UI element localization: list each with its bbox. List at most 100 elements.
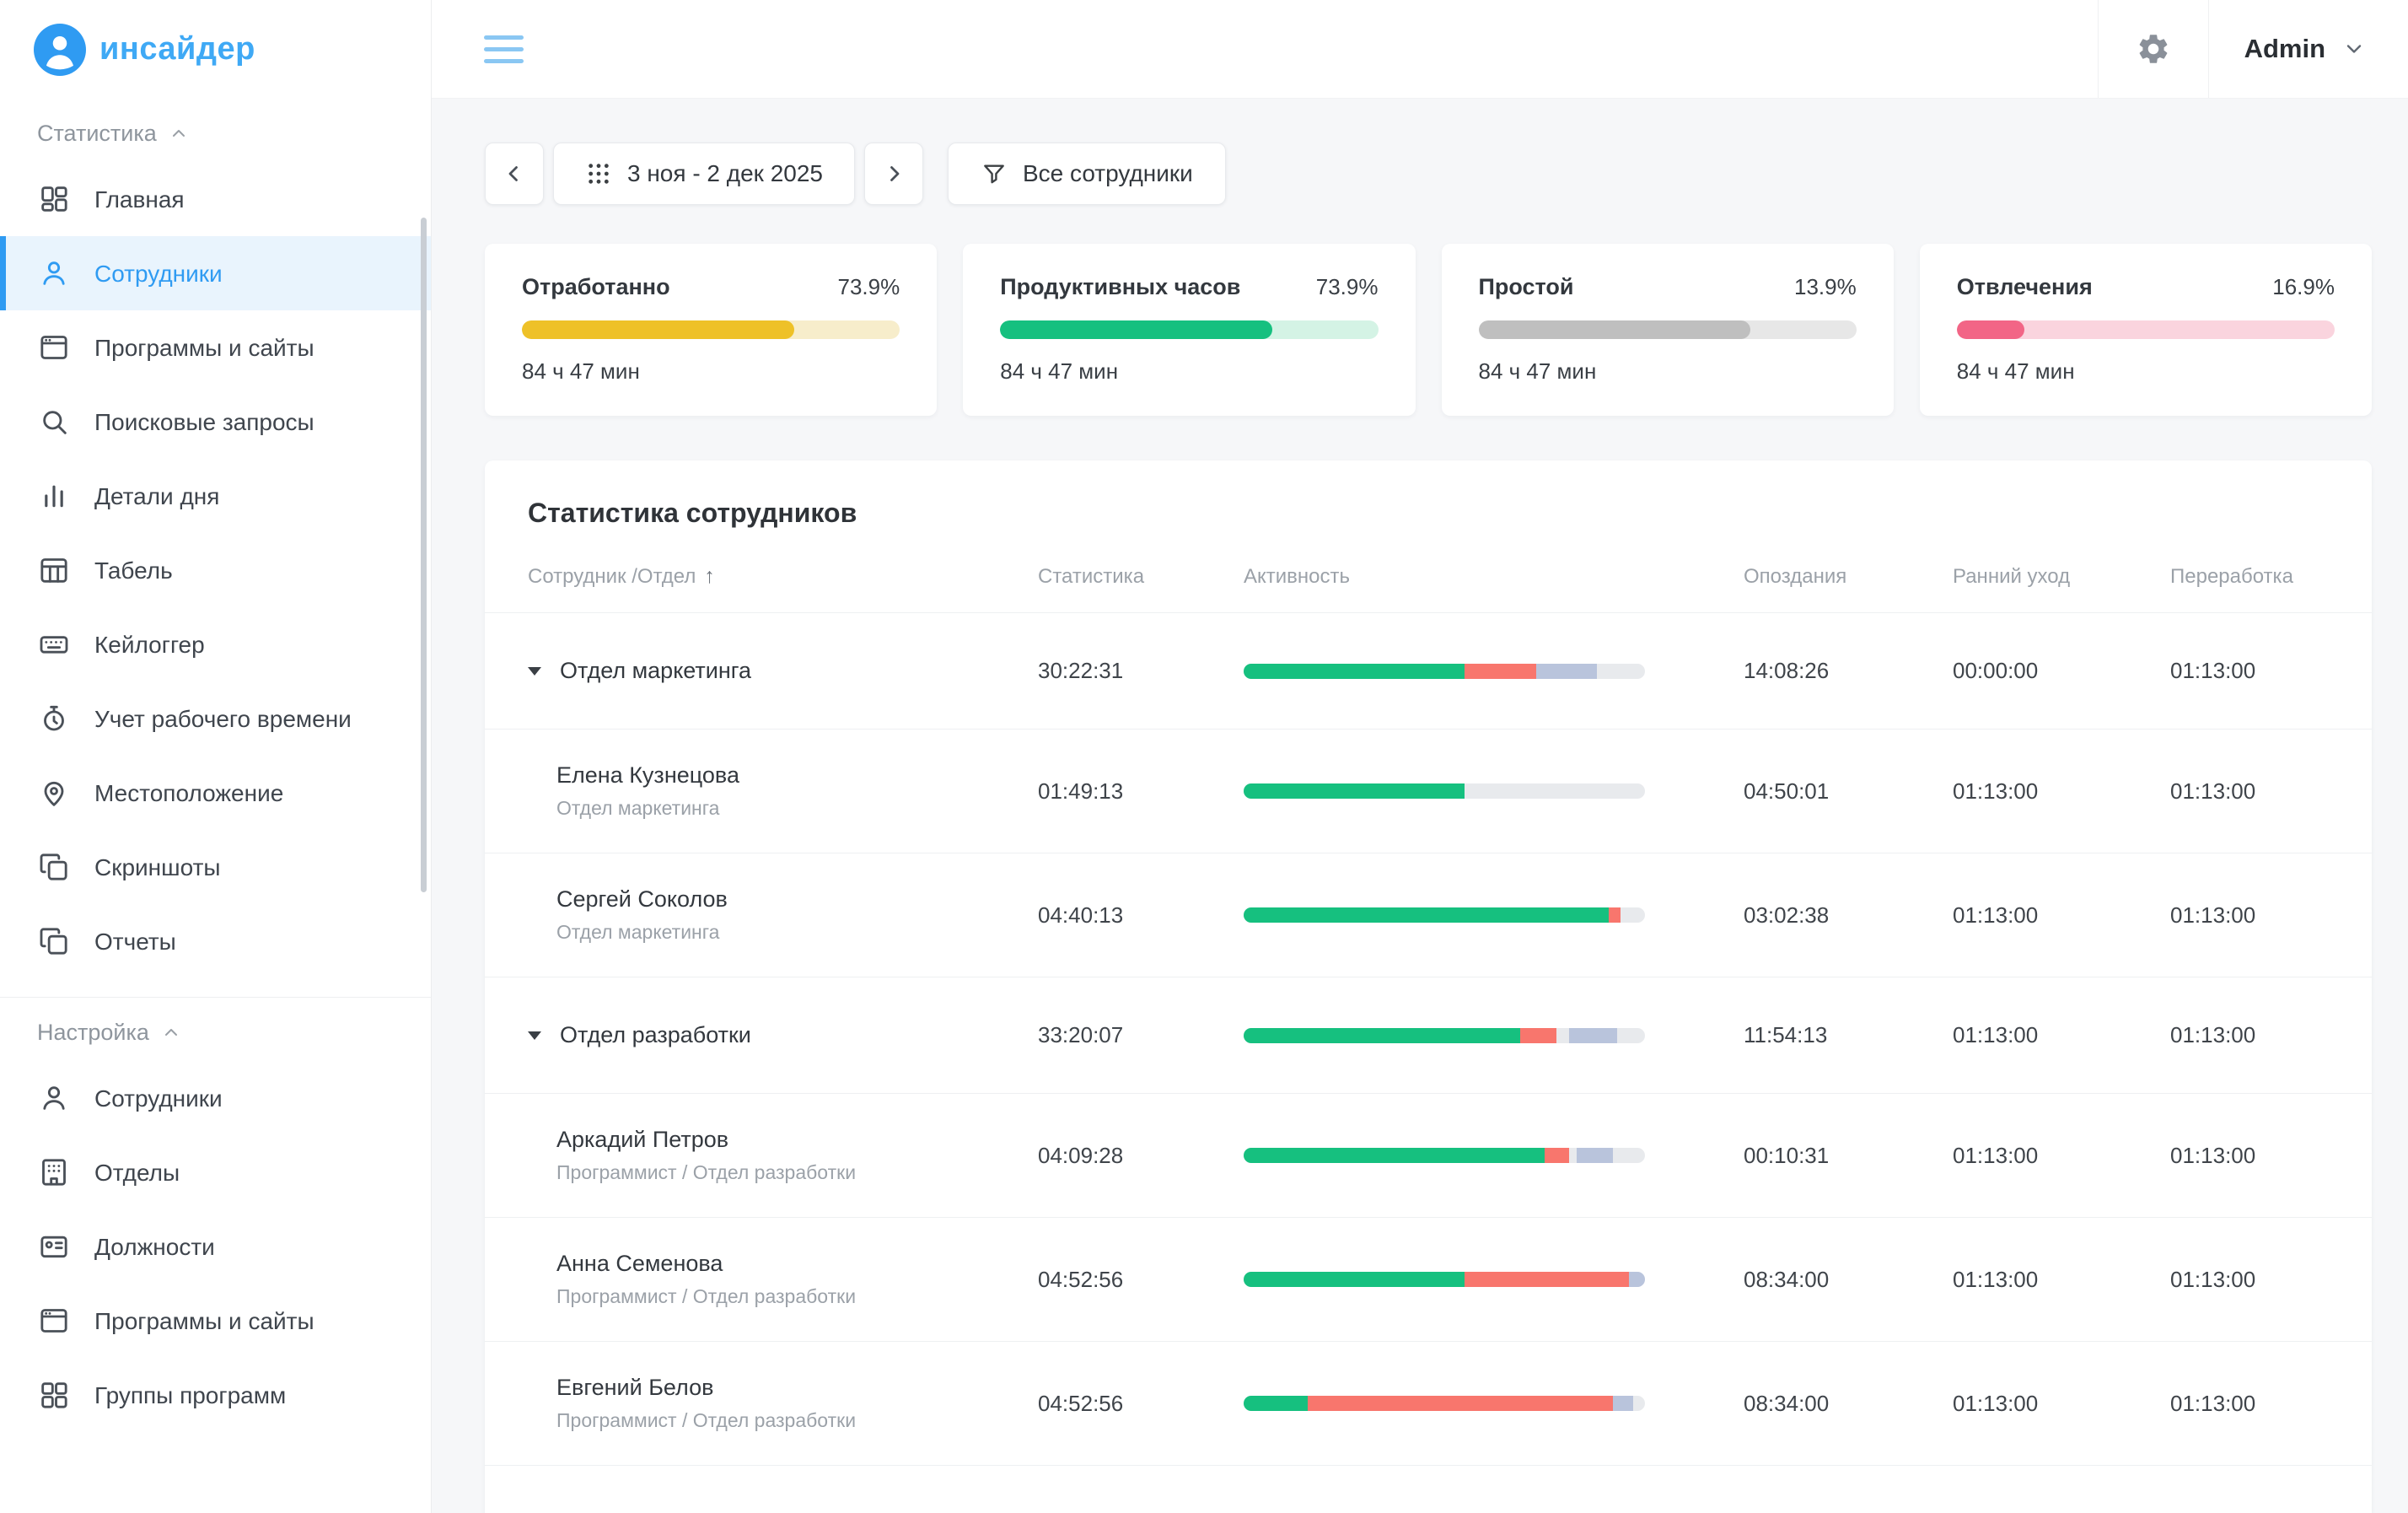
sidebar-item-program-groups[interactable]: Группы программ (0, 1358, 431, 1432)
activity-segment (1545, 1148, 1569, 1163)
card-time: 84 ч 47 мин (1957, 358, 2335, 385)
stat-cards: Отработанно 73.9% 84 ч 47 мин Продуктивн… (485, 244, 2372, 416)
row-name: Отдел разработки (560, 1022, 751, 1048)
sidebar-item-departments[interactable]: Отделы (0, 1135, 431, 1209)
table-row[interactable]: Сергей Соколов Отдел маркетинга 04:40:13… (485, 853, 2372, 977)
sidebar-item-label: Сотрудники (94, 1084, 223, 1113)
table-title: Статистика сотрудников (485, 498, 2372, 529)
table-row[interactable]: Евгений Белов Программист / Отдел разраб… (485, 1342, 2372, 1466)
row-name: Аркадий Петров (556, 1127, 856, 1153)
sidebar-item-programs-sites[interactable]: Программы и сайты (0, 310, 431, 385)
chevron-up-icon (161, 1023, 181, 1043)
sort-arrow-icon[interactable]: ↑ (704, 564, 715, 589)
column-header-statistics[interactable]: Статистика (1038, 565, 1244, 589)
card-idle: Простой 13.9% 84 ч 47 мин (1442, 244, 1894, 416)
next-period-button[interactable] (864, 143, 923, 205)
row-name: Евгений Белов (556, 1375, 856, 1401)
chevron-left-icon (502, 161, 527, 186)
badge-icon (37, 1230, 71, 1263)
sidebar-item-location[interactable]: Местоположение (0, 756, 431, 830)
filter-label: Все сотрудники (1023, 160, 1193, 187)
row-name: Сергей Соколов (556, 886, 728, 913)
sidebar-item-label: Отчеты (94, 927, 176, 956)
progress-bar (522, 320, 900, 339)
reports-icon (37, 924, 71, 958)
table-row[interactable]: Отдел разработки 33:20:07 11:54:13 01:13… (485, 977, 2372, 1094)
groups-icon (37, 1378, 71, 1412)
stat-time: 30:22:31 (1038, 658, 1244, 684)
early-leave-time: 01:13:00 (1953, 1267, 2170, 1293)
section-settings-label: Настройка (37, 1020, 149, 1046)
progress-bar (1957, 320, 2335, 339)
card-productive: Продуктивных часов 73.9% 84 ч 47 мин (963, 244, 1415, 416)
table-row[interactable]: Елена Кузнецова Отдел маркетинга 01:49:1… (485, 730, 2372, 853)
sidebar-item-search-queries[interactable]: Поисковые запросы (0, 385, 431, 459)
sidebar-item-label: Сотрудники (94, 259, 223, 288)
sidebar-scrollbar[interactable] (421, 218, 427, 892)
section-settings[interactable]: Настройка (0, 998, 431, 1061)
table-row[interactable]: Отдел маркетинга 30:22:31 14:08:26 00:00… (485, 613, 2372, 730)
sidebar-item-screenshots[interactable]: Скриншоты (0, 830, 431, 904)
collapse-triangle-icon[interactable] (528, 1031, 541, 1040)
stat-time: 01:49:13 (1038, 778, 1244, 805)
sidebar-item-label: Табель (94, 556, 173, 585)
activity-segment (1244, 1148, 1545, 1163)
section-statistics[interactable]: Статистика (0, 99, 431, 162)
card-title: Отработанно (522, 274, 670, 300)
activity-segment (1556, 1028, 1568, 1043)
sidebar-item-label: Детали дня (94, 482, 219, 511)
sidebar-item-settings-employees[interactable]: Сотрудники (0, 1061, 431, 1135)
early-leave-time: 01:13:00 (1953, 1391, 2170, 1417)
card-percent: 73.9% (1316, 274, 1379, 300)
brand-logo[interactable]: инсайдер (0, 0, 431, 99)
date-range-label: 3 ноя - 2 дек 2025 (627, 160, 823, 187)
card-percent: 73.9% (838, 274, 900, 300)
sidebar-item-settings-programs[interactable]: Программы и сайты (0, 1284, 431, 1358)
chevron-up-icon (169, 124, 189, 144)
table-row[interactable]: Анна Семенова (485, 1466, 2372, 1513)
sidebar-item-label: Группы программ (94, 1381, 286, 1410)
row-subtitle: Программист / Отдел разработки (556, 1161, 856, 1184)
column-header-activity[interactable]: Активность (1244, 565, 1744, 589)
user-menu[interactable]: Admin (2209, 0, 2408, 98)
sidebar-item-main[interactable]: Главная (0, 162, 431, 236)
sidebar-item-timesheet[interactable]: Табель (0, 533, 431, 607)
collapse-triangle-icon[interactable] (528, 667, 541, 676)
progress-bar (1000, 320, 1378, 339)
row-subtitle: Программист / Отдел разработки (556, 1285, 856, 1308)
employee-filter-button[interactable]: Все сотрудники (948, 143, 1226, 205)
late-time: 11:54:13 (1744, 1022, 1953, 1048)
sidebar-item-label: Должности (94, 1232, 215, 1262)
activity-bar (1244, 1028, 1645, 1043)
row-subtitle: Отдел маркетинга (556, 921, 728, 944)
card-percent: 16.9% (2272, 274, 2335, 300)
overtime-time: 01:13:00 (2170, 1391, 2372, 1417)
late-time: 00:10:31 (1744, 1143, 1953, 1169)
sidebar-item-keylogger[interactable]: Кейлоггер (0, 607, 431, 681)
date-range-picker[interactable]: 3 ноя - 2 дек 2025 (553, 143, 855, 205)
sidebar-item-positions[interactable]: Должности (0, 1209, 431, 1284)
activity-segment (1244, 1272, 1465, 1287)
overtime-time: 01:13:00 (2170, 778, 2372, 805)
column-header-employee[interactable]: Сотрудник /Отдел ↑ (485, 564, 1038, 589)
card-title: Простой (1479, 274, 1574, 300)
sidebar-item-time-tracking[interactable]: Учет рабочего времени (0, 681, 431, 756)
column-header-late[interactable]: Опоздания (1744, 565, 1953, 589)
hamburger-menu-icon[interactable] (484, 28, 524, 71)
sidebar-item-reports[interactable]: Отчеты (0, 904, 431, 978)
sidebar-item-employees[interactable]: Сотрудники (0, 236, 431, 310)
activity-segment (1609, 907, 1621, 923)
column-header-early-leave[interactable]: Ранний уход (1953, 565, 2170, 589)
activity-segment (1569, 1148, 1578, 1163)
table-row[interactable]: Анна Семенова Программист / Отдел разраб… (485, 1218, 2372, 1342)
settings-button[interactable] (2099, 0, 2208, 98)
activity-segment (1577, 1148, 1613, 1163)
table-row[interactable]: Аркадий Петров Программист / Отдел разра… (485, 1094, 2372, 1218)
prev-period-button[interactable] (485, 143, 544, 205)
column-header-overtime[interactable]: Переработка (2170, 565, 2372, 589)
activity-segment (1536, 664, 1596, 679)
sidebar-item-day-details[interactable]: Детали дня (0, 459, 431, 533)
chevron-down-icon (2342, 37, 2366, 61)
sidebar-item-label: Поисковые запросы (94, 407, 314, 437)
activity-bar (1244, 783, 1645, 799)
